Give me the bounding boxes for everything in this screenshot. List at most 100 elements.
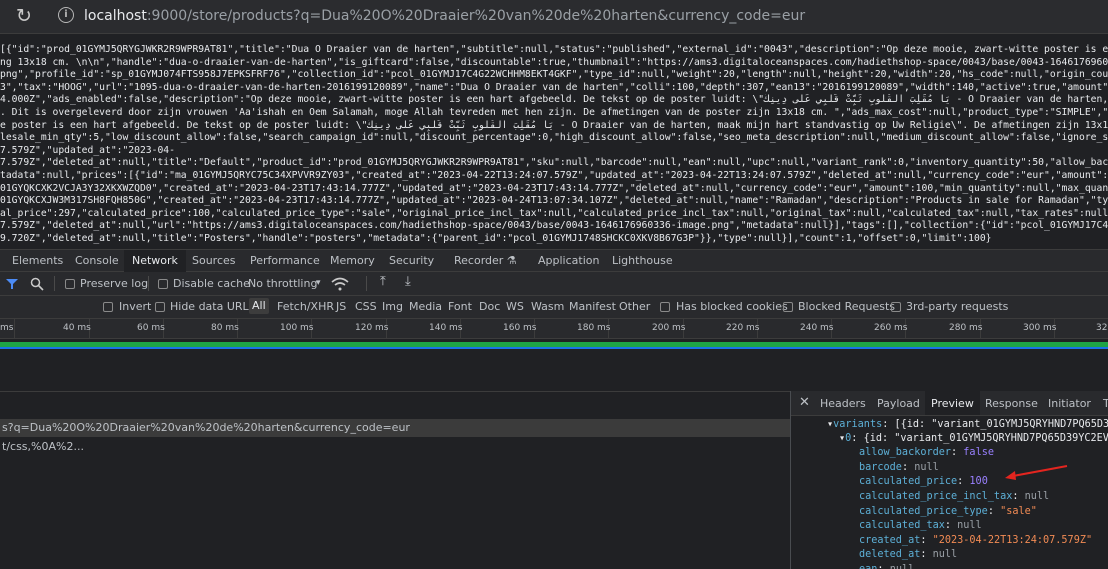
filter-bar: Invert Hide data URLs All Fetch/XHR JS C…: [0, 296, 1108, 319]
third-party-checkbox[interactable]: [891, 302, 901, 312]
throttling-select[interactable]: No throttling: [248, 277, 317, 291]
tree-field[interactable]: calculated_price_type: "sale": [859, 505, 1037, 518]
network-conditions-icon[interactable]: [330, 276, 350, 292]
tree-field[interactable]: deleted_at: null: [859, 548, 957, 561]
timeline-overview[interactable]: [0, 339, 1108, 391]
reload-icon[interactable]: ↻: [16, 6, 32, 26]
filter-js[interactable]: JS: [336, 300, 346, 314]
json-line: al_price":297,"calculated_price":100,"ca…: [0, 207, 1108, 219]
tab-response[interactable]: Response: [985, 391, 1038, 415]
upload-icon[interactable]: ⤒: [380, 275, 386, 289]
request-detail-panel: ✕ Headers Payload Preview Response Initi…: [791, 391, 1108, 569]
request-list: s?q=Dua%20O%20Draaier%20van%20de%20harte…: [0, 391, 790, 569]
tab-initiator[interactable]: Initiator: [1048, 391, 1091, 415]
tree-key: variants: [833, 419, 883, 430]
tree-key: calculated_price_incl_tax: [859, 491, 1013, 502]
tree-field[interactable]: calculated_price_incl_tax: null: [859, 490, 1049, 503]
tab-network[interactable]: Network: [124, 250, 186, 272]
json-line: 4.000Z","ads_enabled":false,"description…: [0, 94, 1108, 106]
detail-tab-bar: ✕ Headers Payload Preview Response Initi…: [791, 391, 1108, 416]
tree-field[interactable]: ean: null: [859, 563, 914, 569]
download-icon[interactable]: ⤓: [405, 275, 411, 289]
hide-data-urls-label: Hide data URLs: [170, 300, 255, 313]
filter-font[interactable]: Font: [448, 300, 472, 314]
json-line: png","profile_id":"sp_01GYMJ074FTS958J7E…: [0, 69, 1108, 81]
blocked-cookies-label: Has blocked cookies: [676, 300, 788, 313]
tick-label: 220 ms: [726, 323, 760, 333]
filter-other[interactable]: Other: [619, 300, 650, 314]
tab-headers[interactable]: Headers: [820, 391, 866, 415]
filter-manifest[interactable]: Manifest: [569, 300, 616, 314]
tree-value: [{id: "variant_01GYMJ5QRYHND7PQ65D3: [894, 419, 1108, 430]
tab-recorder[interactable]: Recorder ⚗: [446, 250, 525, 272]
filter-icon[interactable]: [5, 278, 19, 290]
tree-value: null: [932, 549, 958, 560]
filter-fetch-xhr[interactable]: Fetch/XHR: [277, 300, 334, 314]
filter-ws[interactable]: WS: [506, 300, 524, 314]
tree-key: barcode: [859, 462, 902, 473]
url-field[interactable]: localhost:9000/store/products?q=Dua%20O%…: [84, 8, 805, 24]
filter-doc[interactable]: Doc: [479, 300, 500, 314]
json-line: 01GYQKCXK2VCJA3Y32XKXWZQD0","created_at"…: [0, 182, 1108, 194]
json-line: 9.720Z","deleted_at":null,"title":"Poste…: [0, 232, 992, 244]
tree-field[interactable]: calculated_price: 100: [859, 475, 988, 488]
flask-icon: ⚗: [506, 254, 517, 267]
invert-checkbox[interactable]: [103, 302, 113, 312]
tick-label: 140 ms: [429, 323, 463, 333]
hide-data-urls-checkbox[interactable]: [155, 302, 165, 312]
tree-field[interactable]: barcode: null: [859, 461, 939, 474]
tree-row-item[interactable]: ▾0: {id: "variant_01GYMJ5QRYHND7PQ65D39Y…: [839, 432, 1108, 445]
tick-label: 80 ms: [211, 323, 239, 333]
blocked-requests-checkbox[interactable]: [783, 302, 793, 312]
tab-lighthouse[interactable]: Lighthouse: [604, 250, 681, 272]
url-path: :9000/store/products?q=Dua%20O%20Draaier…: [146, 8, 806, 24]
tab-performance[interactable]: Performance: [242, 250, 328, 272]
request-name: t/css,%0A%2...: [2, 440, 84, 453]
tree-row-variants[interactable]: ▾variants: [{id: "variant_01GYMJ5QRYHND7…: [827, 418, 1108, 431]
tree-key: deleted_at: [859, 549, 921, 560]
address-bar: ↻ i localhost:9000/store/products?q=Dua%…: [0, 0, 1108, 34]
filter-img[interactable]: Img: [382, 300, 403, 314]
tree-value: 100: [969, 476, 988, 487]
invert-label: Invert: [119, 300, 152, 313]
tick-label: 240 ms: [800, 323, 834, 333]
disable-cache-label: Disable cache: [173, 277, 250, 290]
preserve-log-checkbox[interactable]: [65, 279, 75, 289]
filter-media[interactable]: Media: [409, 300, 442, 314]
json-line: 7.579Z","deleted_at":null,"title":"Defau…: [0, 157, 1108, 169]
tree-field[interactable]: calculated_tax: null: [859, 519, 982, 532]
tree-field[interactable]: allow_backorder: false: [859, 446, 994, 459]
filter-css[interactable]: CSS: [355, 300, 377, 314]
search-icon[interactable]: [30, 277, 44, 291]
filter-wasm[interactable]: Wasm: [531, 300, 564, 314]
tab-console[interactable]: Console: [67, 250, 127, 272]
tick-label: 60 ms: [137, 323, 165, 333]
tick-label: 260 ms: [874, 323, 908, 333]
tab-memory[interactable]: Memory: [322, 250, 383, 272]
json-line: 7.579Z","updated_at":"2023-04-: [0, 144, 175, 156]
site-info-icon[interactable]: i: [58, 7, 74, 23]
chevron-down-icon[interactable]: ▾: [316, 276, 321, 290]
json-line: e poster is een hart afgebeeld. De tekst…: [0, 119, 1108, 131]
json-line: 3","tax":"HOOG","url":"1095-dua-o-draaie…: [0, 81, 1108, 93]
disable-cache-checkbox[interactable]: [158, 279, 168, 289]
tab-sources[interactable]: Sources: [184, 250, 244, 272]
url-host: localhost: [84, 8, 147, 24]
tree-field[interactable]: created_at: "2023-04-22T13:24:07.579Z": [859, 534, 1092, 547]
tab-preview[interactable]: Preview: [925, 391, 980, 415]
close-icon[interactable]: ✕: [799, 391, 810, 415]
tab-timing[interactable]: T: [1103, 391, 1108, 415]
tab-security[interactable]: Security: [381, 250, 442, 272]
json-response-body: [{"id":"prod_01GYMJ5QRYGJWKR2R9WPR9AT81"…: [0, 35, 1108, 249]
blocked-cookies-checkbox[interactable]: [660, 302, 670, 312]
blocked-requests-label: Blocked Requests: [798, 300, 896, 313]
devtools-tab-bar: Elements Console Network Sources Perform…: [0, 249, 1108, 272]
tab-payload[interactable]: Payload: [877, 391, 920, 415]
request-row[interactable]: t/css,%0A%2...: [0, 438, 790, 456]
request-row[interactable]: s?q=Dua%20O%20Draaier%20van%20de%20harte…: [0, 419, 790, 437]
filter-all[interactable]: All: [249, 298, 269, 314]
tick-label: 120 ms: [355, 323, 389, 333]
tab-application[interactable]: Application: [530, 250, 607, 272]
tree-value: false: [963, 447, 994, 458]
tab-elements[interactable]: Elements: [4, 250, 71, 272]
